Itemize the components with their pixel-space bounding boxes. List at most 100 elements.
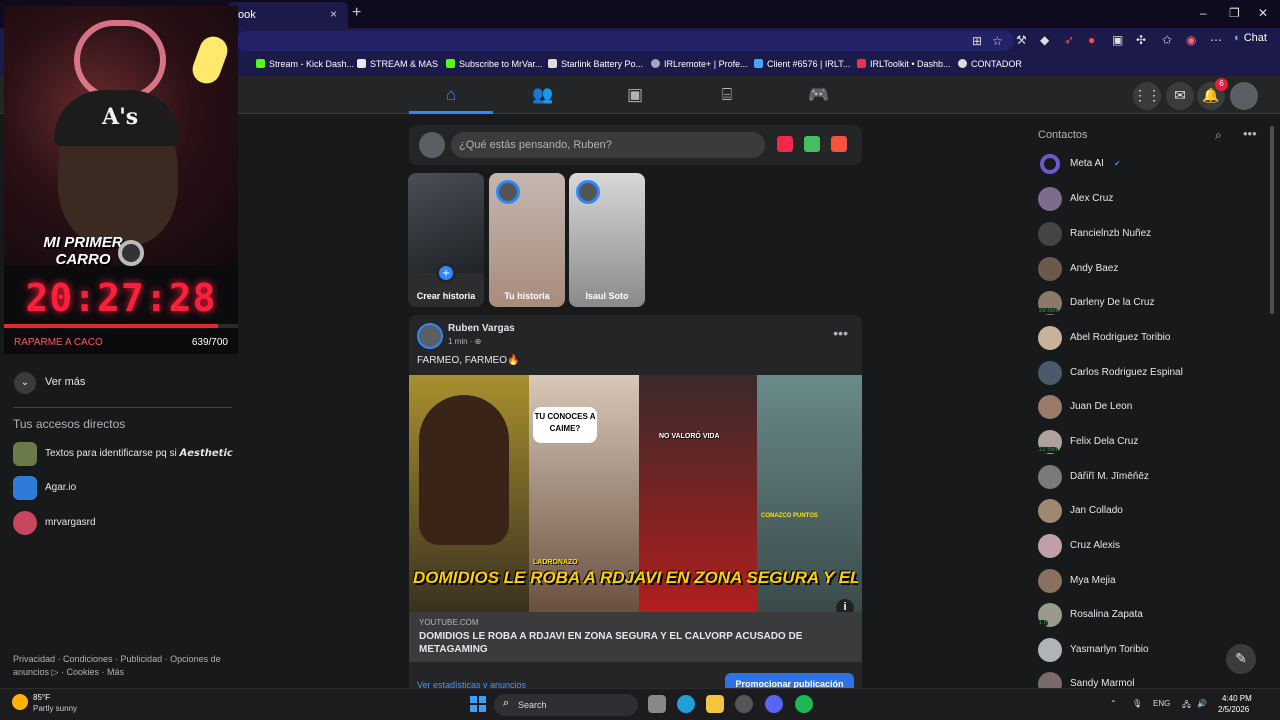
wheel-icon: [118, 240, 144, 266]
tray-overflow-icon[interactable]: ⌃: [1110, 699, 1117, 708]
avatar: [1038, 187, 1062, 211]
contact-item[interactable]: Darleny De la Cruz 29 min: [1038, 291, 1258, 317]
obs-icon[interactable]: [735, 695, 753, 713]
file-explorer-icon[interactable]: [706, 695, 724, 713]
contact-item[interactable]: Dāřiřī M. Jīmēňēz: [1038, 465, 1258, 491]
bookmark-item[interactable]: Stream - Kick Dash...: [256, 59, 354, 69]
address-bar[interactable]: ⊞ ☆: [236, 31, 1014, 51]
composer-input[interactable]: ¿Qué estás pensando, Ruben?: [451, 132, 765, 158]
messenger-icon[interactable]: ✉: [1166, 82, 1194, 110]
post-options-icon[interactable]: •••: [833, 325, 848, 341]
story-card[interactable]: Tu historia: [489, 173, 565, 307]
contact-item[interactable]: Jan Collado: [1038, 499, 1258, 525]
tab-friends[interactable]: 👥: [501, 76, 585, 114]
contact-item[interactable]: Alex Cruz: [1038, 187, 1258, 213]
contact-item[interactable]: Cruz Alexis: [1038, 534, 1258, 560]
thumbnail-caption: NO VALORÓ VIDA: [659, 433, 720, 440]
link-preview[interactable]: YOUTUBE.COM DOMIDIOS LE ROBA A RDJAVI EN…: [409, 612, 862, 662]
extension-icon[interactable]: ●: [1088, 33, 1095, 47]
copilot-chat-button[interactable]: ◐ Chat: [1234, 32, 1267, 44]
bookmark-item[interactable]: STREAM & MAS: [357, 59, 438, 69]
start-button[interactable]: [470, 696, 486, 712]
post-timestamp[interactable]: 1 min · ⊕: [448, 337, 481, 346]
bookmark-item[interactable]: IRLremote+ | Profe...: [651, 59, 748, 69]
profile-avatar[interactable]: [1230, 82, 1258, 110]
clock-time[interactable]: 4:40 PM: [1222, 694, 1252, 703]
extension-icon[interactable]: ⚒: [1016, 33, 1027, 47]
contact-name: Mya Mejia: [1070, 575, 1116, 586]
story-card[interactable]: Isaul Soto: [569, 173, 645, 307]
bookmark-item[interactable]: Client #6576 | IRLT...: [754, 59, 850, 69]
extension-icon[interactable]: ➶: [1064, 33, 1074, 47]
footer-links[interactable]: Privacidad · Condiciones · Publicidad · …: [13, 653, 228, 679]
compose-icon: ✎: [1235, 650, 1247, 666]
contact-item[interactable]: Mya Mejia: [1038, 569, 1258, 595]
extensions-puzzle-icon[interactable]: ✣: [1136, 33, 1146, 47]
bookmark-item[interactable]: Subscribe to MrVar...: [446, 59, 542, 69]
info-icon[interactable]: i: [836, 599, 854, 612]
close-tab-icon[interactable]: ×: [330, 7, 337, 21]
weather-description[interactable]: Partly sunny: [33, 704, 77, 713]
favorites-icon[interactable]: ✩: [1162, 33, 1172, 47]
new-tab-button[interactable]: +: [352, 4, 361, 22]
weather-icon[interactable]: [12, 694, 28, 710]
weather-temperature[interactable]: 85°F: [33, 693, 50, 702]
shortcuts-heading: Tus accesos directos: [13, 417, 126, 431]
live-video-icon[interactable]: [777, 136, 793, 152]
story-create[interactable]: + Crear historia: [408, 173, 484, 307]
contact-item[interactable]: Andy Baez: [1038, 257, 1258, 283]
photo-video-icon[interactable]: [804, 136, 820, 152]
language-indicator[interactable]: ENG: [1153, 699, 1170, 708]
post-composer: ¿Qué estás pensando, Ruben?: [409, 125, 862, 165]
contact-item[interactable]: Juan De Leon: [1038, 395, 1258, 421]
last-active-badge: 29 min: [1038, 308, 1059, 314]
contact-name: Carlos Rodriguez Espinal: [1070, 367, 1183, 378]
avatar[interactable]: [417, 323, 443, 349]
maximize-icon[interactable]: ❐: [1229, 6, 1240, 20]
more-options-icon[interactable]: •••: [1243, 126, 1257, 141]
contact-item[interactable]: Rancielnzb Nuñez: [1038, 222, 1258, 248]
contact-item[interactable]: Rosalina Zapata 1 h: [1038, 603, 1258, 629]
extension-icon[interactable]: ▣: [1112, 33, 1123, 47]
task-view-icon[interactable]: [648, 695, 666, 713]
tab-home[interactable]: ⌂: [409, 76, 493, 114]
minimize-icon[interactable]: –: [1200, 6, 1207, 20]
bookmark-item[interactable]: Starlink Battery Po...: [548, 59, 643, 69]
close-window-icon[interactable]: ✕: [1258, 6, 1268, 20]
edge-icon[interactable]: [677, 695, 695, 713]
clock-date[interactable]: 2/5/2026: [1218, 705, 1249, 714]
bookmark-item[interactable]: IRLToolkit • Dashb...: [857, 59, 951, 69]
volume-icon[interactable]: 🔊: [1197, 699, 1207, 708]
profile-icon[interactable]: ◉: [1186, 33, 1196, 47]
irltoolkit-icon: [857, 59, 866, 68]
avatar: [419, 132, 445, 158]
contact-item[interactable]: Meta AI ✔: [1038, 152, 1258, 178]
install-app-icon[interactable]: ⊞: [972, 34, 982, 48]
settings-more-icon[interactable]: ⋯: [1210, 33, 1222, 47]
search-icon[interactable]: ⌕: [1215, 128, 1222, 143]
tab-video[interactable]: ▣: [593, 76, 677, 114]
contact-item[interactable]: Carlos Rodriguez Espinal: [1038, 361, 1258, 387]
neon-sign: [74, 20, 166, 100]
spotify-icon[interactable]: [795, 695, 813, 713]
network-icon[interactable]: 🖧: [1182, 699, 1191, 713]
extension-icon[interactable]: ◆: [1040, 33, 1049, 47]
bookmark-item[interactable]: CONTADOR: [958, 59, 1022, 69]
video-thumbnail[interactable]: TU CONOCES A CAIME? NO VALORÓ VIDA LADRO…: [409, 375, 862, 612]
avatar: [1038, 569, 1062, 593]
contact-item[interactable]: Yasmarlyn Toribio: [1038, 638, 1258, 664]
scrollbar[interactable]: [1270, 126, 1274, 314]
contact-item[interactable]: Abel Rodriguez Toribio: [1038, 326, 1258, 352]
reel-icon[interactable]: [831, 136, 847, 152]
tab-marketplace[interactable]: ⌸: [685, 76, 769, 114]
new-message-button[interactable]: ✎: [1226, 644, 1256, 674]
microphone-icon[interactable]: 🎙: [1132, 699, 1142, 708]
post-author[interactable]: Ruben Vargas: [448, 323, 515, 334]
tab-gaming[interactable]: 🎮: [777, 76, 861, 114]
taskbar-search[interactable]: ⌕ Search: [494, 694, 638, 716]
favorite-star-icon[interactable]: ☆: [992, 34, 1003, 48]
friends-icon: 👥: [532, 85, 554, 104]
discord-icon[interactable]: [765, 695, 783, 713]
menu-grid-icon[interactable]: ⋮⋮: [1133, 82, 1161, 110]
contact-item[interactable]: Felix Dela Cruz 22 min: [1038, 430, 1258, 456]
